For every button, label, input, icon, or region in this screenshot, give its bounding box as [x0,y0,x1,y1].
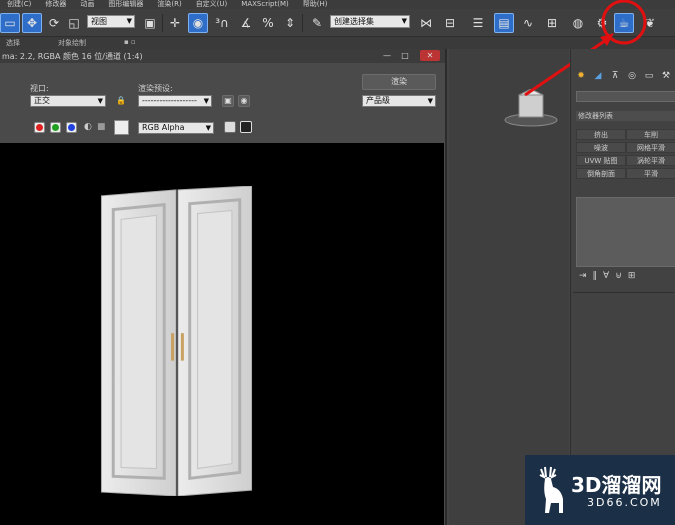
modifier-button[interactable]: UVW 贴图 [576,155,626,166]
deer-logo-icon [539,466,563,513]
make-unique-icon[interactable]: ∀ [603,271,609,285]
modifier-stack[interactable] [576,197,675,267]
modifier-button[interactable]: 挤出 [576,129,626,140]
display-tab-icon[interactable]: ▭ [642,69,656,83]
hierarchy-tab-icon[interactable]: ⊼ [608,69,622,83]
stack-toolbar: ⇥ ‖ ∀ ⊌ ⊞ [576,271,675,285]
modify-tab-icon[interactable]: ◢ [591,69,605,83]
object-name-field[interactable] [576,91,675,102]
motion-tab-icon[interactable]: ◎ [625,69,639,83]
utilities-tab-icon[interactable]: ⚒ [659,69,673,83]
remove-modifier-icon[interactable]: ⊌ [615,271,622,285]
modifier-button[interactable]: 车削 [626,129,675,140]
watermark-brand: 3D溜溜网 [571,473,662,497]
watermark-url: 3D66.COM [587,496,662,509]
modifier-button[interactable]: 噪波 [576,142,626,153]
modifier-button[interactable]: 网格平滑 [626,142,675,153]
show-end-result-icon[interactable]: ‖ [593,271,598,285]
modifier-button[interactable]: 倒角剖面 [576,168,626,179]
watermark-badge: 3D溜溜网 3D66.COM [525,455,675,525]
pin-stack-icon[interactable]: ⇥ [579,271,587,285]
command-panel-tabs: ✸ ◢ ⊼ ◎ ▭ ⚒ [571,69,675,85]
modifier-button[interactable]: 涡轮平滑 [626,155,675,166]
modifier-list-dropdown[interactable]: 修改器列表 [576,111,675,121]
command-panel: ✸ ◢ ⊼ ◎ ▭ ⚒ 修改器列表 挤出 车削 噪波 网格平滑 UVW 贴图 涡… [570,49,675,525]
panel-divider [573,292,674,293]
configure-sets-icon[interactable]: ⊞ [628,271,636,285]
annotation-circle [601,0,647,45]
create-tab-icon[interactable]: ✸ [574,69,588,83]
modifier-button[interactable]: 平滑 [626,168,675,179]
